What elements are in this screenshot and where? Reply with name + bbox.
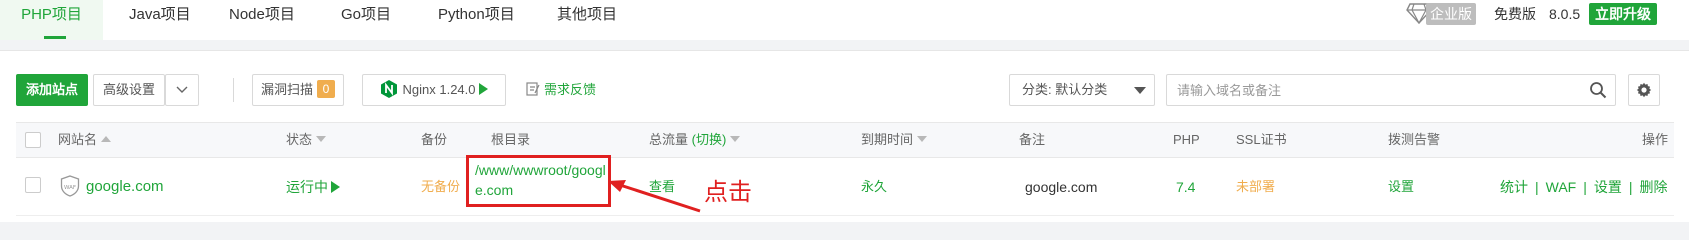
monitor-settings-link[interactable]: 设置: [1388, 158, 1414, 216]
tab-node[interactable]: Node项目: [229, 0, 295, 40]
header-remark: 备注: [1019, 132, 1046, 147]
header-expire[interactable]: 到期时间: [861, 123, 928, 157]
waf-link[interactable]: WAF: [1546, 179, 1577, 195]
tab-java[interactable]: Java项目: [129, 0, 191, 40]
header-ops: 操作: [1642, 132, 1669, 147]
header-traffic-label: 总流量: [649, 132, 689, 147]
separator: |: [1628, 179, 1633, 195]
header-site-name-label: 网站名: [58, 132, 98, 147]
header-root-dir: 根目录: [491, 132, 531, 147]
delete-link[interactable]: 删除: [1640, 179, 1668, 195]
annotation-label: 点击: [704, 178, 752, 206]
advanced-settings-dropdown[interactable]: [165, 74, 199, 106]
select-all-checkbox[interactable]: [25, 132, 41, 148]
advanced-settings-button[interactable]: 高级设置: [93, 74, 165, 106]
toolbar-divider: [233, 78, 234, 102]
header-php: PHP: [1173, 132, 1200, 147]
header-expire-label: 到期时间: [861, 132, 914, 147]
gear-icon: [1636, 82, 1652, 98]
nginx-icon: [380, 80, 397, 98]
backup-link[interactable]: 无备份: [421, 158, 460, 216]
status-label: 运行中: [286, 179, 328, 195]
play-icon: [331, 181, 340, 193]
add-site-button[interactable]: 添加站点: [16, 74, 88, 106]
tab-other-label: 其他项目: [557, 6, 618, 23]
category-select-value: 分类: 默认分类: [1022, 82, 1108, 97]
separator: |: [1535, 179, 1539, 195]
stats-link[interactable]: 统计: [1500, 179, 1528, 195]
waf-shield-icon[interactable]: WAF: [60, 175, 80, 197]
row-actions: 统计 | WAF | 设置 | 删除: [1500, 158, 1668, 216]
active-tab-underline: [44, 36, 66, 39]
row-checkbox[interactable]: [25, 177, 41, 193]
tab-php[interactable]: PHP项目: [0, 0, 103, 40]
tab-python[interactable]: Python项目: [438, 0, 515, 40]
upgrade-button[interactable]: 立即升级: [1589, 3, 1657, 25]
tab-go[interactable]: Go项目: [341, 0, 391, 40]
table-header: 网站名 状态 备份 根目录 总流量 (切换) 到期时间 备注 PHP SSL证书…: [16, 122, 1674, 158]
column-settings-button[interactable]: [1628, 74, 1660, 106]
tab-go-label: Go项目: [341, 6, 392, 23]
header-monitor: 拨测告警: [1388, 132, 1441, 147]
play-icon: [478, 83, 488, 95]
project-tab-bar: PHP项目 Java项目 Node项目 Go项目 Python项目 其他项目 企…: [0, 0, 1689, 40]
sort-asc-icon: [101, 136, 112, 142]
nginx-label: Nginx 1.24.0: [402, 82, 476, 97]
search-input[interactable]: [1167, 75, 1577, 105]
nginx-version-button[interactable]: Nginx 1.24.0: [362, 74, 506, 106]
separator: |: [1583, 179, 1587, 195]
category-select[interactable]: 分类: 默认分类: [1009, 74, 1155, 106]
version-number: 8.0.5: [1549, 6, 1581, 22]
ssl-status-link[interactable]: 未部署: [1236, 158, 1275, 216]
vuln-scan-button[interactable]: 漏洞扫描 0: [252, 74, 344, 106]
search-icon[interactable]: [1589, 81, 1607, 99]
php-version-link[interactable]: 7.4: [1176, 158, 1195, 216]
highlight-box: [466, 155, 611, 207]
sort-desc-icon: [917, 136, 928, 142]
sort-desc-icon: [316, 136, 327, 142]
edit-icon: [526, 82, 540, 96]
tab-java-label: Java项目: [129, 6, 191, 23]
vuln-scan-label: 漏洞扫描: [260, 82, 313, 97]
feedback-label: 需求反馈: [544, 82, 597, 97]
header-traffic[interactable]: 总流量 (切换): [649, 123, 741, 157]
tab-php-label: PHP项目: [21, 6, 82, 23]
search-box: [1166, 74, 1616, 106]
annotation-arrow-icon: [608, 180, 701, 213]
enterprise-label: 企业版: [1430, 6, 1472, 22]
sort-desc-icon: [730, 136, 741, 142]
header-status-label: 状态: [286, 132, 313, 147]
header-ssl: SSL证书: [1236, 132, 1287, 147]
waf-shield-label: WAF: [64, 185, 76, 191]
site-name-link[interactable]: google.com: [86, 158, 164, 216]
dropdown-caret-icon: [1134, 87, 1146, 94]
header-status[interactable]: 状态: [286, 123, 327, 157]
remark-text[interactable]: google.com: [1025, 158, 1097, 216]
header-backup: 备份: [421, 132, 448, 147]
tab-node-label: Node项目: [229, 6, 295, 23]
header-site-name[interactable]: 网站名: [58, 123, 112, 157]
expire-link[interactable]: 永久: [861, 158, 887, 216]
table-row: WAF google.com 运行中 无备份 查看 永久 google.com …: [16, 158, 1674, 216]
traffic-switch-link[interactable]: (切换): [692, 132, 727, 147]
chevron-down-icon: [176, 86, 188, 93]
settings-link[interactable]: 设置: [1594, 179, 1622, 195]
tab-python-label: Python项目: [438, 6, 515, 23]
tab-other[interactable]: 其他项目: [557, 0, 617, 40]
free-edition-label: 免费版: [1494, 6, 1536, 22]
status-toggle[interactable]: 运行中: [286, 158, 340, 216]
feedback-link[interactable]: 需求反馈: [526, 74, 596, 106]
vuln-count-badge: 0: [317, 80, 335, 98]
enterprise-badge[interactable]: 企业版: [1426, 3, 1476, 25]
